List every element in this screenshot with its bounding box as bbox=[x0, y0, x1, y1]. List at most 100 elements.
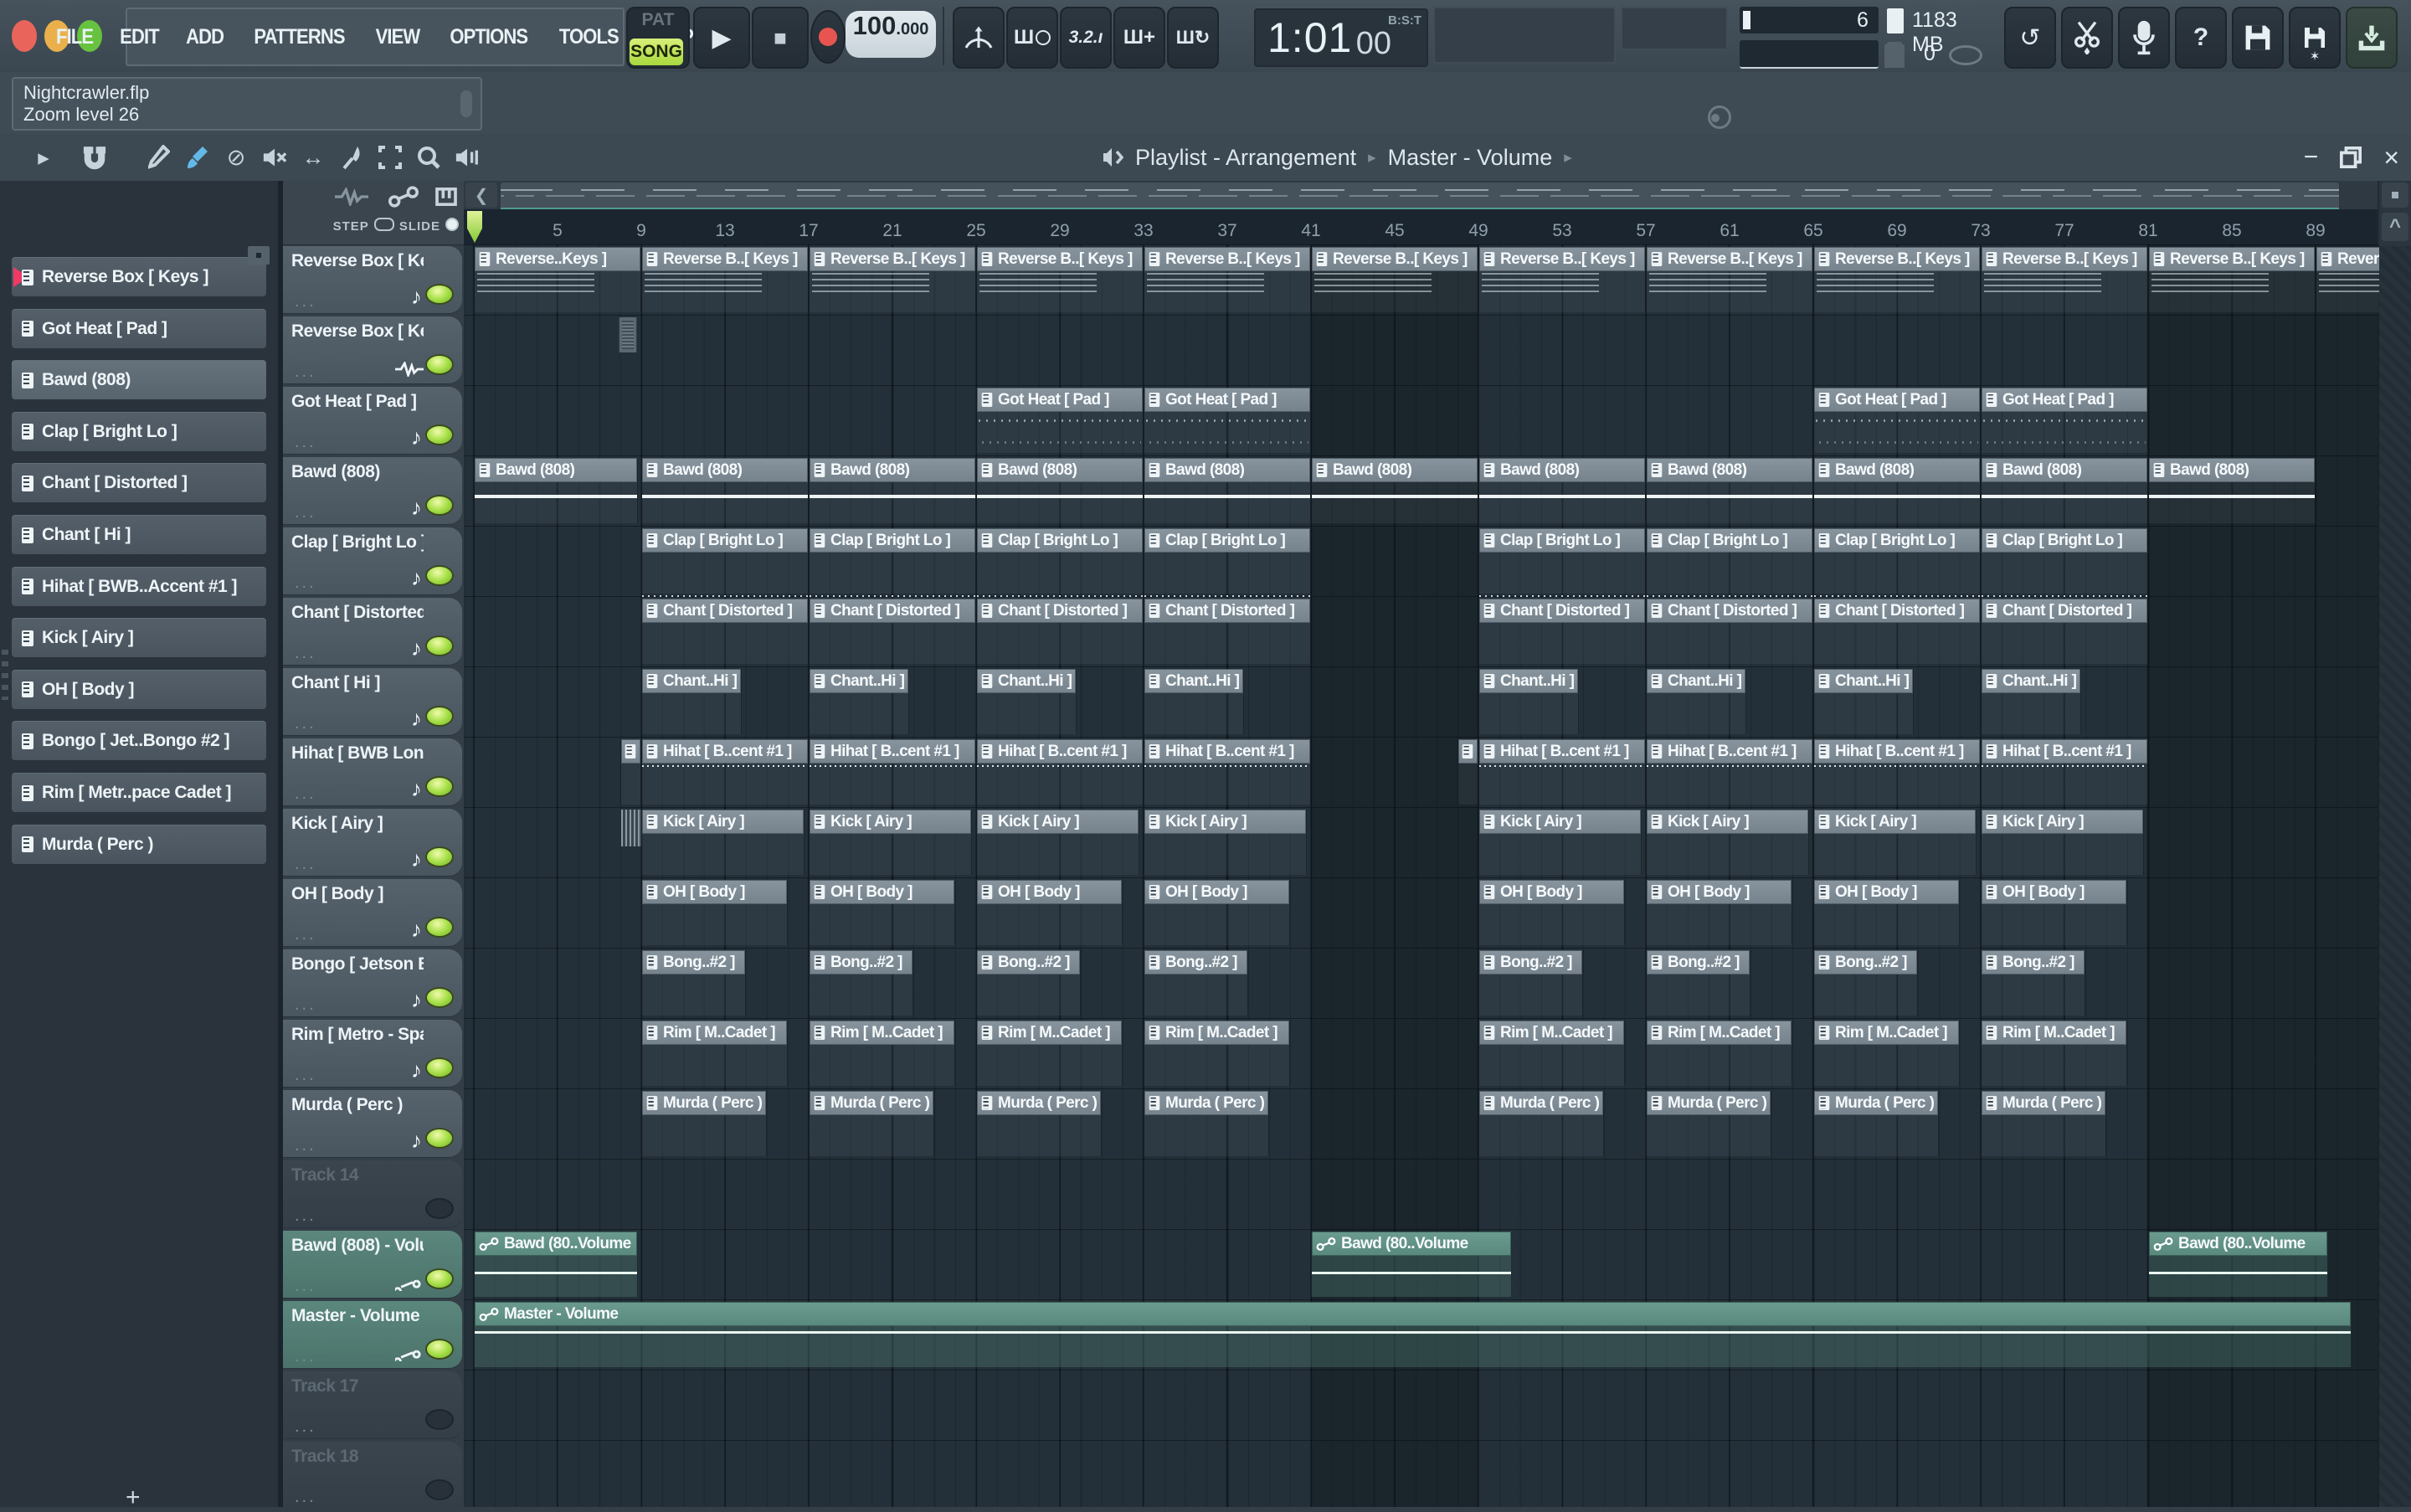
scroll-left-button[interactable]: ❮ bbox=[465, 183, 497, 208]
recording-button[interactable] bbox=[2118, 7, 2170, 69]
clip-rim-m-cadet-[interactable]: Rim [ M..Cadet ] bbox=[1981, 1021, 2127, 1086]
clip-chant-hi-[interactable]: Chant..Hi ] bbox=[1813, 669, 1914, 734]
clip-clap-bright-lo-[interactable]: Clap [ Bright Lo ] bbox=[1478, 528, 1646, 594]
track-mute-led[interactable] bbox=[425, 1339, 454, 1360]
time-display[interactable]: 1:01 00 B:S:T bbox=[1254, 8, 1428, 67]
clip-chant-hi-[interactable]: Chant..Hi ] bbox=[1981, 669, 2081, 734]
picker-pattern-item[interactable]: Rim [ Metr..pace Cadet ] bbox=[12, 773, 266, 812]
clip-bong-2-[interactable]: Bong..#2 ] bbox=[1646, 950, 1750, 1016]
clip-chant-hi-[interactable]: Chant..Hi ] bbox=[1144, 669, 1244, 734]
track-mute-led[interactable] bbox=[425, 987, 454, 1008]
clip-got-heat-pad-[interactable]: Got Heat [ Pad ] bbox=[976, 388, 1144, 453]
slip-tool-button[interactable]: ↔ bbox=[295, 139, 332, 176]
clip-bong-2-[interactable]: Bong..#2 ] bbox=[1813, 950, 1918, 1016]
track-header-18[interactable]: Track 18... bbox=[283, 1442, 462, 1507]
clip-master-volume[interactable]: Master - Volume bbox=[474, 1302, 2352, 1367]
clip-reverse-b-keys-[interactable]: Reverse B..[ Keys ] bbox=[976, 247, 1144, 312]
clip-murda-perc-[interactable]: Murda ( Perc ) bbox=[1478, 1091, 1604, 1156]
track-header-7[interactable]: Chant [ Hi ]... ♪ bbox=[283, 668, 462, 736]
clip-reverse-b-keys-[interactable]: Reverse B..[ Keys ] bbox=[809, 247, 976, 312]
piano-icon[interactable] bbox=[435, 188, 457, 206]
clip-clap-bright-lo-[interactable]: Clap [ Bright Lo ] bbox=[1981, 528, 2148, 594]
clip-murda-perc-[interactable]: Murda ( Perc ) bbox=[809, 1091, 934, 1156]
clip-chant-hi-[interactable]: Chant..Hi ] bbox=[641, 669, 742, 734]
clip-murda-perc-[interactable]: Murda ( Perc ) bbox=[641, 1091, 767, 1156]
clip-chant-distorted-[interactable]: Chant [ Distorted ] bbox=[641, 595, 809, 664]
close-window-button[interactable]: × bbox=[2383, 142, 2399, 173]
clip-kick-airy-[interactable]: Kick [ Airy ] bbox=[1813, 810, 1977, 875]
clip-kick-airy-[interactable]: Kick [ Airy ] bbox=[1478, 810, 1642, 875]
clip-rim-m-cadet-[interactable]: Rim [ M..Cadet ] bbox=[1144, 1021, 1290, 1086]
clip-hihat-b-cent-1-[interactable]: Hihat [ B..cent #1 ] bbox=[1144, 739, 1311, 805]
track-mute-led[interactable] bbox=[425, 1198, 454, 1219]
clip-murda-perc-[interactable]: Murda ( Perc ) bbox=[1981, 1091, 2106, 1156]
menu-options[interactable]: OPTIONS bbox=[450, 25, 529, 49]
clip-bawd-808-[interactable]: Bawd (808) bbox=[1813, 458, 1981, 523]
track-options-dots[interactable]: ... bbox=[295, 1136, 316, 1155]
undo-button[interactable]: ↺ bbox=[2004, 7, 2056, 69]
cut-tool-button[interactable] bbox=[2061, 7, 2113, 69]
track-header-15[interactable]: Bawd (808) - Volu..... bbox=[283, 1231, 462, 1299]
track-options-dots[interactable]: ... bbox=[295, 925, 316, 944]
clip-bawd-80-volume[interactable]: Bawd (80..Volume bbox=[474, 1232, 639, 1297]
track-options-dots[interactable]: ... bbox=[295, 855, 316, 874]
track-mute-led[interactable] bbox=[425, 846, 454, 867]
track-mute-led[interactable] bbox=[425, 1128, 454, 1149]
track-header-5[interactable]: Clap [ Bright Lo ]... ♪ bbox=[283, 527, 462, 595]
menu-file[interactable]: FILE bbox=[56, 25, 94, 49]
step-toggle[interactable] bbox=[373, 218, 394, 231]
picker-pattern-item[interactable]: Hihat [ BWB..Accent #1 ] bbox=[12, 566, 266, 606]
export-button[interactable] bbox=[2346, 7, 2398, 69]
paint-tool-button[interactable] bbox=[179, 139, 216, 176]
minimize-window-button[interactable]: − bbox=[2304, 143, 2319, 172]
clip-rim-m-cadet-[interactable]: Rim [ M..Cadet ] bbox=[1646, 1021, 1792, 1086]
clip-bong-2-[interactable]: Bong..#2 ] bbox=[976, 950, 1081, 1016]
track-mute-led[interactable] bbox=[425, 424, 454, 445]
clip-reverse-b-keys-[interactable]: Reverse B..[ Keys ] bbox=[1813, 247, 1981, 312]
clip-oh-body-[interactable]: OH [ Body ] bbox=[641, 880, 788, 945]
clip-clap-bright-lo-[interactable]: Clap [ Bright Lo ] bbox=[1144, 528, 1311, 594]
track-options-dots[interactable]: ... bbox=[295, 1206, 316, 1226]
clip-reverse-b-keys-[interactable]: Reverse B..[ Keys ] bbox=[2148, 247, 2316, 312]
clip-chant-distorted-[interactable]: Chant [ Distorted ] bbox=[1144, 595, 1311, 664]
menu-edit[interactable]: EDIT bbox=[120, 25, 159, 49]
clip-kick-airy-[interactable]: Kick [ Airy ] bbox=[1981, 810, 2144, 875]
clip-bong-2-[interactable]: Bong..#2 ] bbox=[641, 950, 746, 1016]
track-options-dots[interactable]: ... bbox=[295, 1347, 316, 1366]
track-header-10[interactable]: OH [ Body ]... ♪ bbox=[283, 879, 462, 947]
track-mute-led[interactable] bbox=[425, 1479, 454, 1500]
clip-bawd-80-volume[interactable]: Bawd (80..Volume bbox=[1311, 1232, 1512, 1297]
clip-hihat-b-cent-1-[interactable]: Hihat [ B..cent #1 ] bbox=[1646, 739, 1813, 805]
clip-chant-distorted-[interactable]: Chant [ Distorted ] bbox=[1646, 595, 1813, 664]
clip-rim-m-cadet-[interactable]: Rim [ M..Cadet ] bbox=[976, 1021, 1123, 1086]
clip-rim-m-cadet-[interactable]: Rim [ M..Cadet ] bbox=[1478, 1021, 1625, 1086]
pat-song-toggle[interactable]: PAT SONG bbox=[626, 7, 690, 69]
playlist-arrangement-title[interactable]: Playlist - Arrangement bbox=[1135, 145, 1356, 171]
close-traffic-light[interactable] bbox=[12, 20, 37, 52]
clip-bawd-80-volume[interactable]: Bawd (80..Volume bbox=[2148, 1232, 2328, 1297]
clip-got-heat-pad-[interactable]: Got Heat [ Pad ] bbox=[1144, 388, 1311, 453]
record-button[interactable] bbox=[810, 10, 846, 64]
play-button[interactable]: ▶ bbox=[693, 7, 750, 69]
track-mute-led[interactable] bbox=[425, 284, 454, 305]
track-options-dots[interactable]: ... bbox=[295, 1488, 316, 1507]
clip-clap-bright-lo-[interactable]: Clap [ Bright Lo ] bbox=[976, 528, 1144, 594]
track-mute-led[interactable] bbox=[425, 635, 454, 656]
loop-record-button[interactable]: Ш+ bbox=[1113, 7, 1165, 69]
track-options-dots[interactable]: ... bbox=[295, 433, 316, 452]
clip-kick-airy-[interactable]: Kick [ Airy ] bbox=[1646, 810, 1809, 875]
clip-oh-body-[interactable]: OH [ Body ] bbox=[809, 880, 955, 945]
picker-pattern-item[interactable]: Got Heat [ Pad ] bbox=[12, 308, 266, 348]
clip-hihat-b-cent-1-[interactable]: Hihat [ B..cent #1 ] bbox=[976, 739, 1144, 805]
clip-murda-perc-[interactable]: Murda ( Perc ) bbox=[1813, 1091, 1939, 1156]
save-new-version-button[interactable]: ✶ bbox=[2289, 7, 2341, 69]
track-header-17[interactable]: Track 17... bbox=[283, 1371, 462, 1439]
automation-wave-icon[interactable] bbox=[335, 188, 368, 206]
wait-for-input-button[interactable]: Ш bbox=[1006, 7, 1058, 69]
clip-bawd-808-[interactable]: Bawd (808) bbox=[1646, 458, 1813, 523]
blend-recording-button[interactable]: Ш↻ bbox=[1167, 7, 1219, 69]
picker-pattern-item[interactable]: Bawd (808) bbox=[12, 360, 266, 400]
track-options-dots[interactable]: ... bbox=[295, 784, 316, 804]
clip-blip[interactable] bbox=[618, 317, 637, 352]
clip-clap-bright-lo-[interactable]: Clap [ Bright Lo ] bbox=[641, 528, 809, 594]
